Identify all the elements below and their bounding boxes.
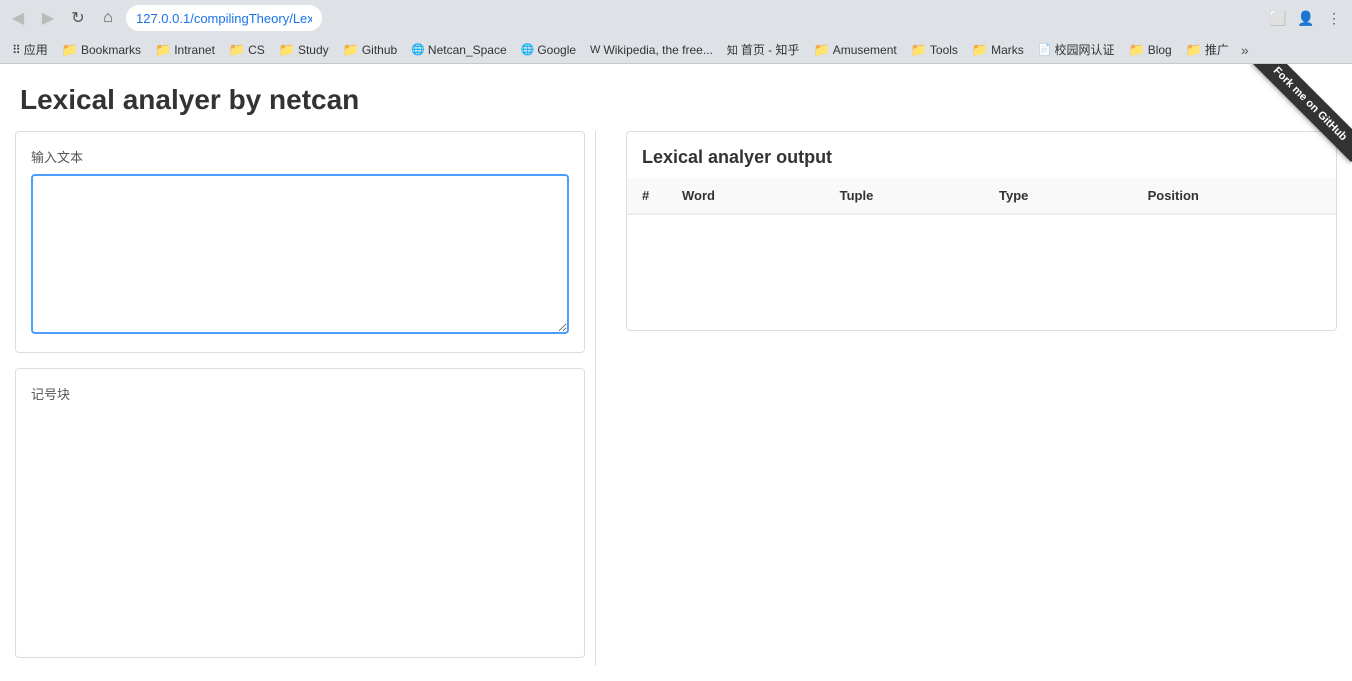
site-icon: 🌐 [411, 43, 425, 56]
refresh-button[interactable]: ↻ [66, 6, 90, 30]
bookmark-github[interactable]: 📁 Github [337, 40, 404, 60]
bookmark-marks-label: Marks [991, 43, 1024, 57]
folder-icon: 📁 [1129, 42, 1145, 58]
bookmark-wikipedia-label: Wikipedia, the free... [603, 43, 712, 57]
bookmark-apps-label: 应用 [24, 41, 48, 58]
bookmark-campus-auth[interactable]: 📄 校园网认证 [1032, 39, 1121, 60]
bookmark-netcan-label: Netcan_Space [428, 43, 507, 57]
bookmark-blog[interactable]: 📁 Blog [1123, 40, 1178, 60]
folder-icon: 📁 [62, 42, 78, 58]
col-word: Word [667, 178, 825, 214]
home-button[interactable]: ⌂ [96, 6, 120, 30]
more-menu-icon[interactable]: ⋮ [1322, 6, 1346, 30]
token-label: 记号块 [31, 384, 569, 403]
text-input[interactable] [31, 174, 569, 334]
bookmark-apps[interactable]: ⠿ 应用 [6, 39, 54, 60]
bookmark-google-label: Google [537, 43, 576, 57]
profile-icon[interactable]: 👤 [1294, 6, 1318, 30]
forward-button[interactable]: ▶ [36, 6, 60, 30]
left-panel: 输入文本 记号块 [15, 131, 585, 666]
fork-ribbon-text: Fork me on GitHub [1252, 64, 1352, 162]
bookmark-study-label: Study [298, 43, 329, 57]
bookmark-blog-label: Blog [1148, 43, 1172, 57]
bookmark-promo-label: 推广 [1205, 41, 1229, 58]
bookmarks-more-button[interactable]: » [1237, 40, 1253, 60]
bookmark-intranet-label: Intranet [174, 43, 215, 57]
bookmark-bookmarks[interactable]: 📁 Bookmarks [56, 40, 147, 60]
bookmark-wikipedia[interactable]: W Wikipedia, the free... [584, 41, 719, 59]
bookmark-google[interactable]: 🌐 Google [515, 41, 582, 59]
bookmark-zhihu-label: 首页 - 知乎 [741, 41, 800, 58]
folder-icon: 📁 [972, 42, 988, 58]
bookmark-cs[interactable]: 📁 CS [223, 40, 271, 60]
bookmark-intranet[interactable]: 📁 Intranet [149, 40, 221, 60]
fork-ribbon[interactable]: Fork me on GitHub [1222, 64, 1352, 194]
folder-icon: 📁 [155, 42, 171, 58]
input-label: 输入文本 [31, 147, 569, 166]
folder-icon: 📁 [279, 42, 295, 58]
col-type: Type [984, 178, 1133, 214]
bookmark-promo[interactable]: 📁 推广 [1180, 39, 1235, 60]
folder-icon: 📁 [1186, 42, 1202, 58]
folder-icon: 📁 [229, 42, 245, 58]
bookmark-cs-label: CS [248, 43, 265, 57]
google-icon: 🌐 [521, 43, 535, 56]
bookmark-github-label: Github [362, 43, 397, 57]
apps-icon: ⠿ [12, 43, 21, 57]
bookmark-zhihu[interactable]: 知 首页 - 知乎 [721, 39, 806, 60]
address-bar[interactable] [126, 5, 322, 31]
back-button[interactable]: ◀ [6, 6, 30, 30]
bookmark-bookmarks-label: Bookmarks [81, 43, 141, 57]
bookmark-netcan-space[interactable]: 🌐 Netcan_Space [405, 41, 512, 59]
extensions-icon: ⬜ [1266, 6, 1290, 30]
bookmark-campus-label: 校园网认证 [1054, 41, 1114, 58]
folder-icon: 📁 [814, 42, 830, 58]
page-title: Lexical analyer by netcan [0, 64, 1352, 131]
bookmark-tools[interactable]: 📁 Tools [905, 40, 964, 60]
bookmark-amusement-label: Amusement [833, 43, 897, 57]
right-panel: Lexical analyer output # Word Tuple Type… [606, 131, 1337, 666]
bookmark-tools-label: Tools [930, 43, 958, 57]
input-card: 输入文本 [15, 131, 585, 353]
wikipedia-icon: W [590, 44, 600, 56]
bookmark-study[interactable]: 📁 Study [273, 40, 335, 60]
folder-icon: 📁 [911, 42, 927, 58]
bookmark-marks[interactable]: 📁 Marks [966, 40, 1030, 60]
zhihu-icon: 知 [727, 42, 738, 58]
token-card: 记号块 [15, 368, 585, 658]
col-tuple: Tuple [825, 178, 984, 214]
col-hash: # [627, 178, 667, 214]
vertical-divider [595, 131, 596, 666]
folder-icon: 📁 [343, 42, 359, 58]
bookmark-amusement[interactable]: 📁 Amusement [808, 40, 903, 60]
page-icon: 📄 [1038, 43, 1052, 56]
